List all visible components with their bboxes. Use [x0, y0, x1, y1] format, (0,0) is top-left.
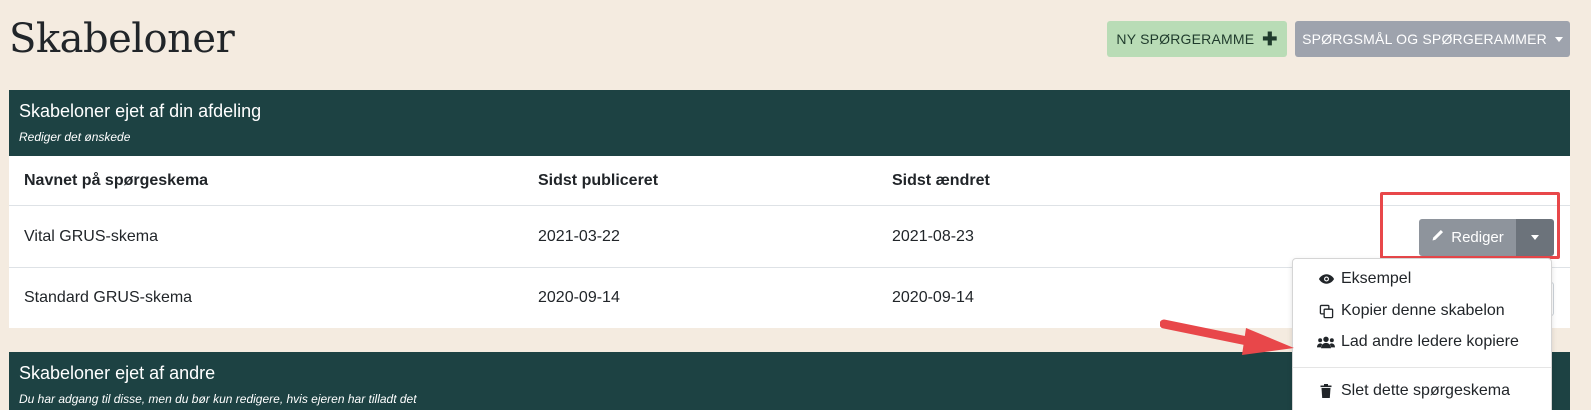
row-actions-dropdown: Eksempel Kopier denne skabelon Lad andre… [1292, 258, 1552, 410]
own-section-subtitle: Rediger det ønskede [19, 130, 131, 144]
dropdown-item-label: Eksempel [1341, 270, 1412, 287]
annotation-arrow-icon [1160, 319, 1294, 355]
questions-button-label: SPØRGSMÅL OG SPØRGERAMMER [1302, 31, 1547, 47]
dropdown-divider [1293, 367, 1551, 368]
trash-icon [1317, 384, 1335, 398]
copy-icon [1317, 304, 1335, 319]
caret-down-icon [1554, 36, 1563, 42]
row-name: Standard GRUS-skema [24, 289, 193, 306]
dropdown-item-preview[interactable]: Eksempel [1317, 270, 1411, 288]
dropdown-item-copy[interactable]: Kopier denne skabelon [1317, 302, 1505, 320]
dropdown-item-share[interactable]: Lad andre ledere kopiere [1317, 333, 1519, 351]
own-section-title: Skabeloner ejet af din afdeling [19, 101, 262, 121]
dropdown-item-label: Slet dette spørgeskema [1341, 382, 1510, 399]
column-header-published: Sidst publiceret [538, 171, 659, 189]
dropdown-item-label: Lad andre ledere kopiere [1341, 333, 1519, 350]
dropdown-item-label: Kopier denne skabelon [1341, 302, 1505, 319]
column-header-name: Navnet på spørgeskema [24, 171, 209, 189]
row-published: 2020-09-14 [538, 289, 620, 306]
row-changed: 2021-08-23 [892, 227, 974, 245]
table-header-row: Navnet på spørgeskema Sidst publiceret S… [9, 156, 1570, 206]
row-name: Vital GRUS-skema [24, 227, 158, 245]
questions-menu-button[interactable]: SPØRGSMÅL OG SPØRGERAMMER [1295, 21, 1570, 57]
dropdown-item-delete[interactable]: Slet dette spørgeskema [1317, 382, 1510, 400]
own-templates-header: Skabeloner ejet af din afdeling Rediger … [9, 90, 1570, 156]
row-changed: 2020-09-14 [892, 289, 974, 306]
plus-icon: ✚ [1262, 29, 1278, 49]
new-question-frame-button[interactable]: NY SPØRGERAMME ✚ [1107, 21, 1287, 57]
page-title: Skabeloner [9, 16, 235, 62]
eye-icon [1317, 273, 1335, 285]
users-icon [1317, 335, 1335, 349]
row-published: 2021-03-22 [538, 227, 620, 245]
new-button-label: NY SPØRGERAMME [1116, 31, 1255, 47]
column-header-changed: Sidst ændret [892, 171, 990, 189]
annotation-highlight-box [1380, 192, 1560, 259]
